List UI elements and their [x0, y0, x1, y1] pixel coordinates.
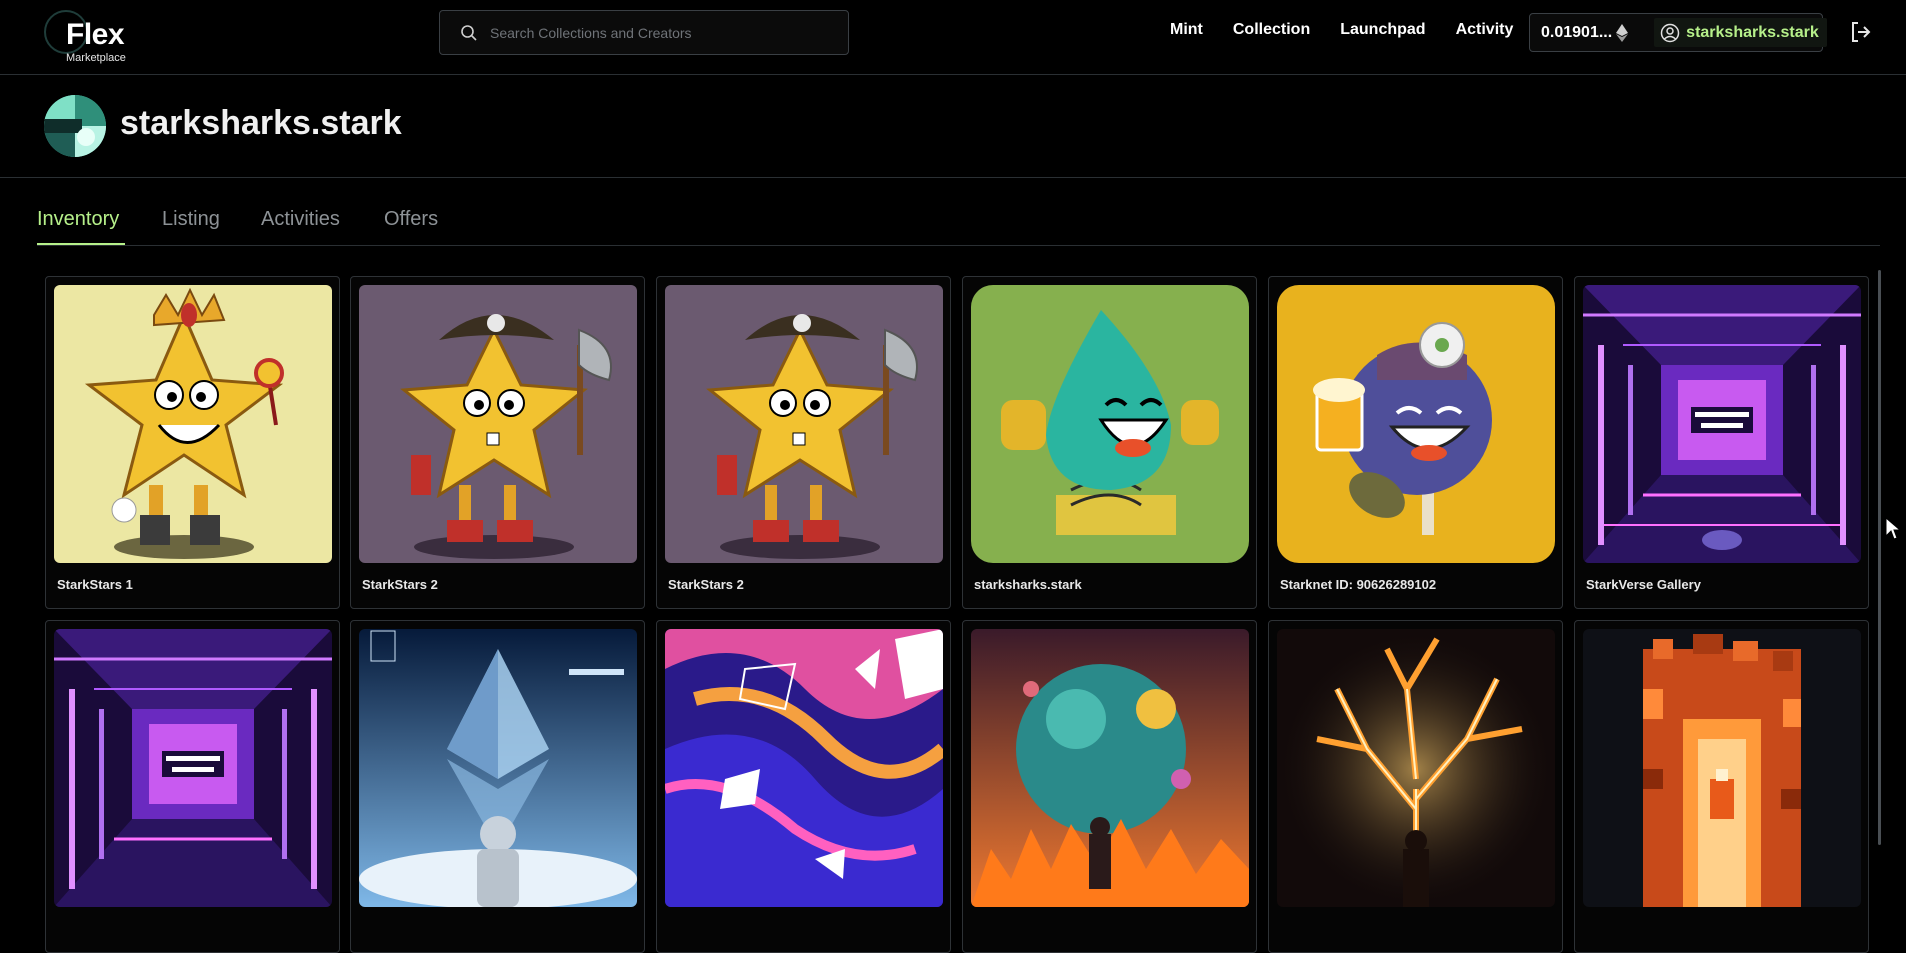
eth-icon — [1616, 23, 1629, 42]
profile-tabs: Inventory Listing Activities Offers — [37, 178, 1880, 246]
tab-activities[interactable]: Activities — [261, 208, 340, 231]
page-scrollbar[interactable] — [1878, 270, 1881, 845]
nft-card[interactable] — [1268, 620, 1563, 953]
nft-title: StarkStars 1 — [57, 577, 133, 592]
nav-activity[interactable]: Activity — [1456, 21, 1514, 39]
nft-image — [1583, 629, 1861, 907]
nft-card[interactable]: Starknet ID: 90626289102 — [1268, 276, 1563, 609]
nft-card[interactable] — [656, 620, 951, 953]
main-nav: Mint Collection Launchpad Activity — [1170, 21, 1543, 39]
wallet-balance: 0.01901... — [1541, 23, 1613, 41]
nav-launchpad[interactable]: Launchpad — [1340, 21, 1425, 39]
search-input[interactable] — [490, 11, 848, 54]
flex-logo[interactable]: Flex Marketplace — [44, 10, 134, 65]
nft-card[interactable]: StarkVerse Gallery — [1574, 276, 1869, 609]
nav-mint[interactable]: Mint — [1170, 21, 1203, 39]
tab-listing[interactable]: Listing — [162, 208, 220, 231]
search-icon — [460, 24, 478, 42]
nft-title: Starknet ID: 90626289102 — [1280, 577, 1437, 592]
nft-title: starksharks.stark — [974, 577, 1082, 592]
nft-image — [54, 285, 332, 563]
profile-header: starksharks.stark — [0, 76, 1906, 178]
nft-card[interactable] — [350, 620, 645, 953]
nav-collection[interactable]: Collection — [1233, 21, 1310, 39]
nft-card[interactable]: StarkStars 2 — [350, 276, 645, 609]
nft-image — [359, 285, 637, 563]
nft-image — [54, 629, 332, 907]
mouse-cursor-icon — [1885, 517, 1901, 540]
active-tab-indicator — [37, 243, 125, 245]
nft-title: StarkVerse Gallery — [1586, 577, 1701, 592]
nft-image — [1277, 285, 1555, 563]
search-bar[interactable] — [439, 10, 849, 55]
nft-image — [971, 285, 1249, 563]
nft-image — [665, 285, 943, 563]
profile-avatar — [44, 95, 106, 157]
account-button[interactable]: starksharks.stark — [1654, 18, 1827, 47]
nft-image — [665, 629, 943, 907]
nft-card[interactable] — [1574, 620, 1869, 953]
nft-card[interactable]: StarkStars 1 — [45, 276, 340, 609]
tab-offers[interactable]: Offers — [384, 208, 438, 231]
top-navbar: Flex Marketplace Mint Collection Launchp… — [0, 0, 1906, 75]
logo-subtitle: Marketplace — [66, 52, 126, 64]
account-name: starksharks.stark — [1686, 23, 1819, 41]
nft-card[interactable]: StarkStars 2 — [656, 276, 951, 609]
nft-image — [359, 629, 637, 907]
nft-image — [1583, 285, 1861, 563]
nft-title: StarkStars 2 — [362, 577, 438, 592]
profile-name: starksharks.stark — [120, 104, 402, 142]
nft-card[interactable]: starksharks.stark — [962, 276, 1257, 609]
nft-card[interactable] — [962, 620, 1257, 953]
nft-card[interactable] — [45, 620, 340, 953]
wallet-widget[interactable]: 0.01901... starksharks.stark — [1529, 13, 1827, 52]
logout-icon[interactable] — [1849, 20, 1873, 44]
user-circle-icon — [1660, 23, 1680, 43]
tab-inventory[interactable]: Inventory — [37, 208, 119, 231]
nft-image — [971, 629, 1249, 907]
logo-text: Flex — [66, 18, 125, 51]
nft-image — [1277, 629, 1555, 907]
nft-title: StarkStars 2 — [668, 577, 744, 592]
